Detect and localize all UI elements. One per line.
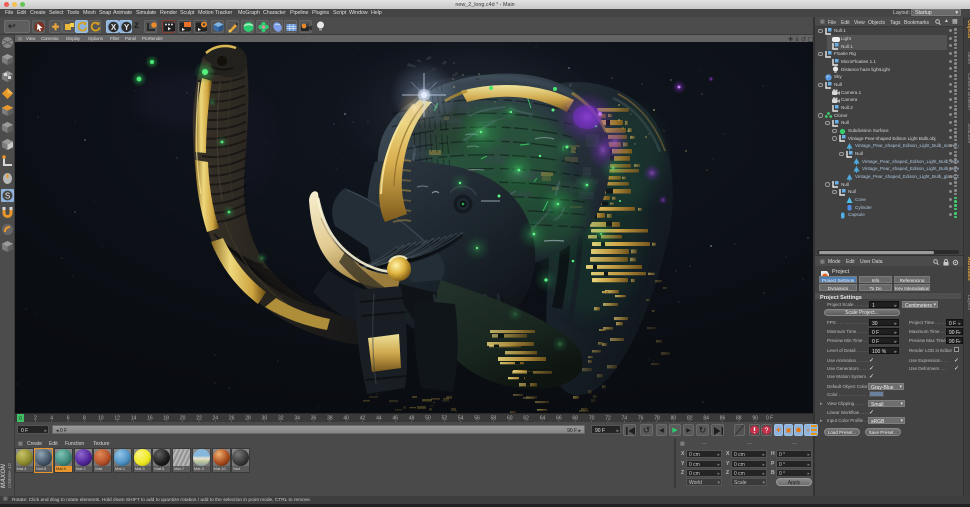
svg-text:0 F: 0 F — [766, 416, 773, 422]
svg-text:82: 82 — [687, 416, 693, 422]
svg-text:90: 90 — [752, 416, 758, 422]
svg-text:6: 6 — [67, 416, 70, 422]
svg-text:48: 48 — [409, 416, 415, 422]
svg-text:?: ? — [765, 428, 769, 435]
svg-text:Y: Y — [124, 23, 130, 32]
svg-text:38: 38 — [327, 416, 333, 422]
svg-text:84: 84 — [703, 416, 709, 422]
svg-text:44: 44 — [376, 416, 382, 422]
svg-text:16: 16 — [147, 416, 153, 422]
svg-text:10: 10 — [98, 416, 104, 422]
svg-text:80: 80 — [671, 416, 677, 422]
svg-text:X: X — [111, 23, 117, 32]
svg-text:62: 62 — [523, 416, 529, 422]
svg-text:54: 54 — [458, 416, 464, 422]
svg-text:64: 64 — [540, 416, 546, 422]
svg-text:S: S — [5, 192, 10, 201]
svg-text:26: 26 — [229, 416, 235, 422]
svg-text:4: 4 — [50, 416, 53, 422]
svg-text:28: 28 — [245, 416, 251, 422]
svg-text:40: 40 — [343, 416, 349, 422]
svg-text:66: 66 — [556, 416, 562, 422]
svg-text:12: 12 — [114, 416, 120, 422]
svg-text:46: 46 — [393, 416, 399, 422]
svg-text:70: 70 — [589, 416, 595, 422]
svg-text:30: 30 — [262, 416, 268, 422]
svg-text:56: 56 — [474, 416, 480, 422]
svg-text:8: 8 — [83, 416, 86, 422]
svg-text:52: 52 — [442, 416, 448, 422]
svg-text:72: 72 — [605, 416, 611, 422]
svg-text:74: 74 — [622, 416, 628, 422]
svg-text:34: 34 — [294, 416, 300, 422]
svg-text:60: 60 — [507, 416, 513, 422]
svg-text:86: 86 — [720, 416, 726, 422]
svg-text:42: 42 — [360, 416, 366, 422]
svg-text:78: 78 — [654, 416, 660, 422]
svg-text:2: 2 — [34, 416, 37, 422]
svg-text:68: 68 — [572, 416, 578, 422]
svg-text:88: 88 — [736, 416, 742, 422]
svg-text:22: 22 — [196, 416, 202, 422]
svg-text:32: 32 — [278, 416, 284, 422]
svg-text:36: 36 — [311, 416, 317, 422]
svg-text:14: 14 — [131, 416, 137, 422]
svg-text:58: 58 — [491, 416, 497, 422]
svg-text:50: 50 — [425, 416, 431, 422]
svg-text:76: 76 — [638, 416, 644, 422]
svg-text:20: 20 — [180, 416, 186, 422]
svg-text:24: 24 — [213, 416, 219, 422]
svg-text:18: 18 — [163, 416, 169, 422]
